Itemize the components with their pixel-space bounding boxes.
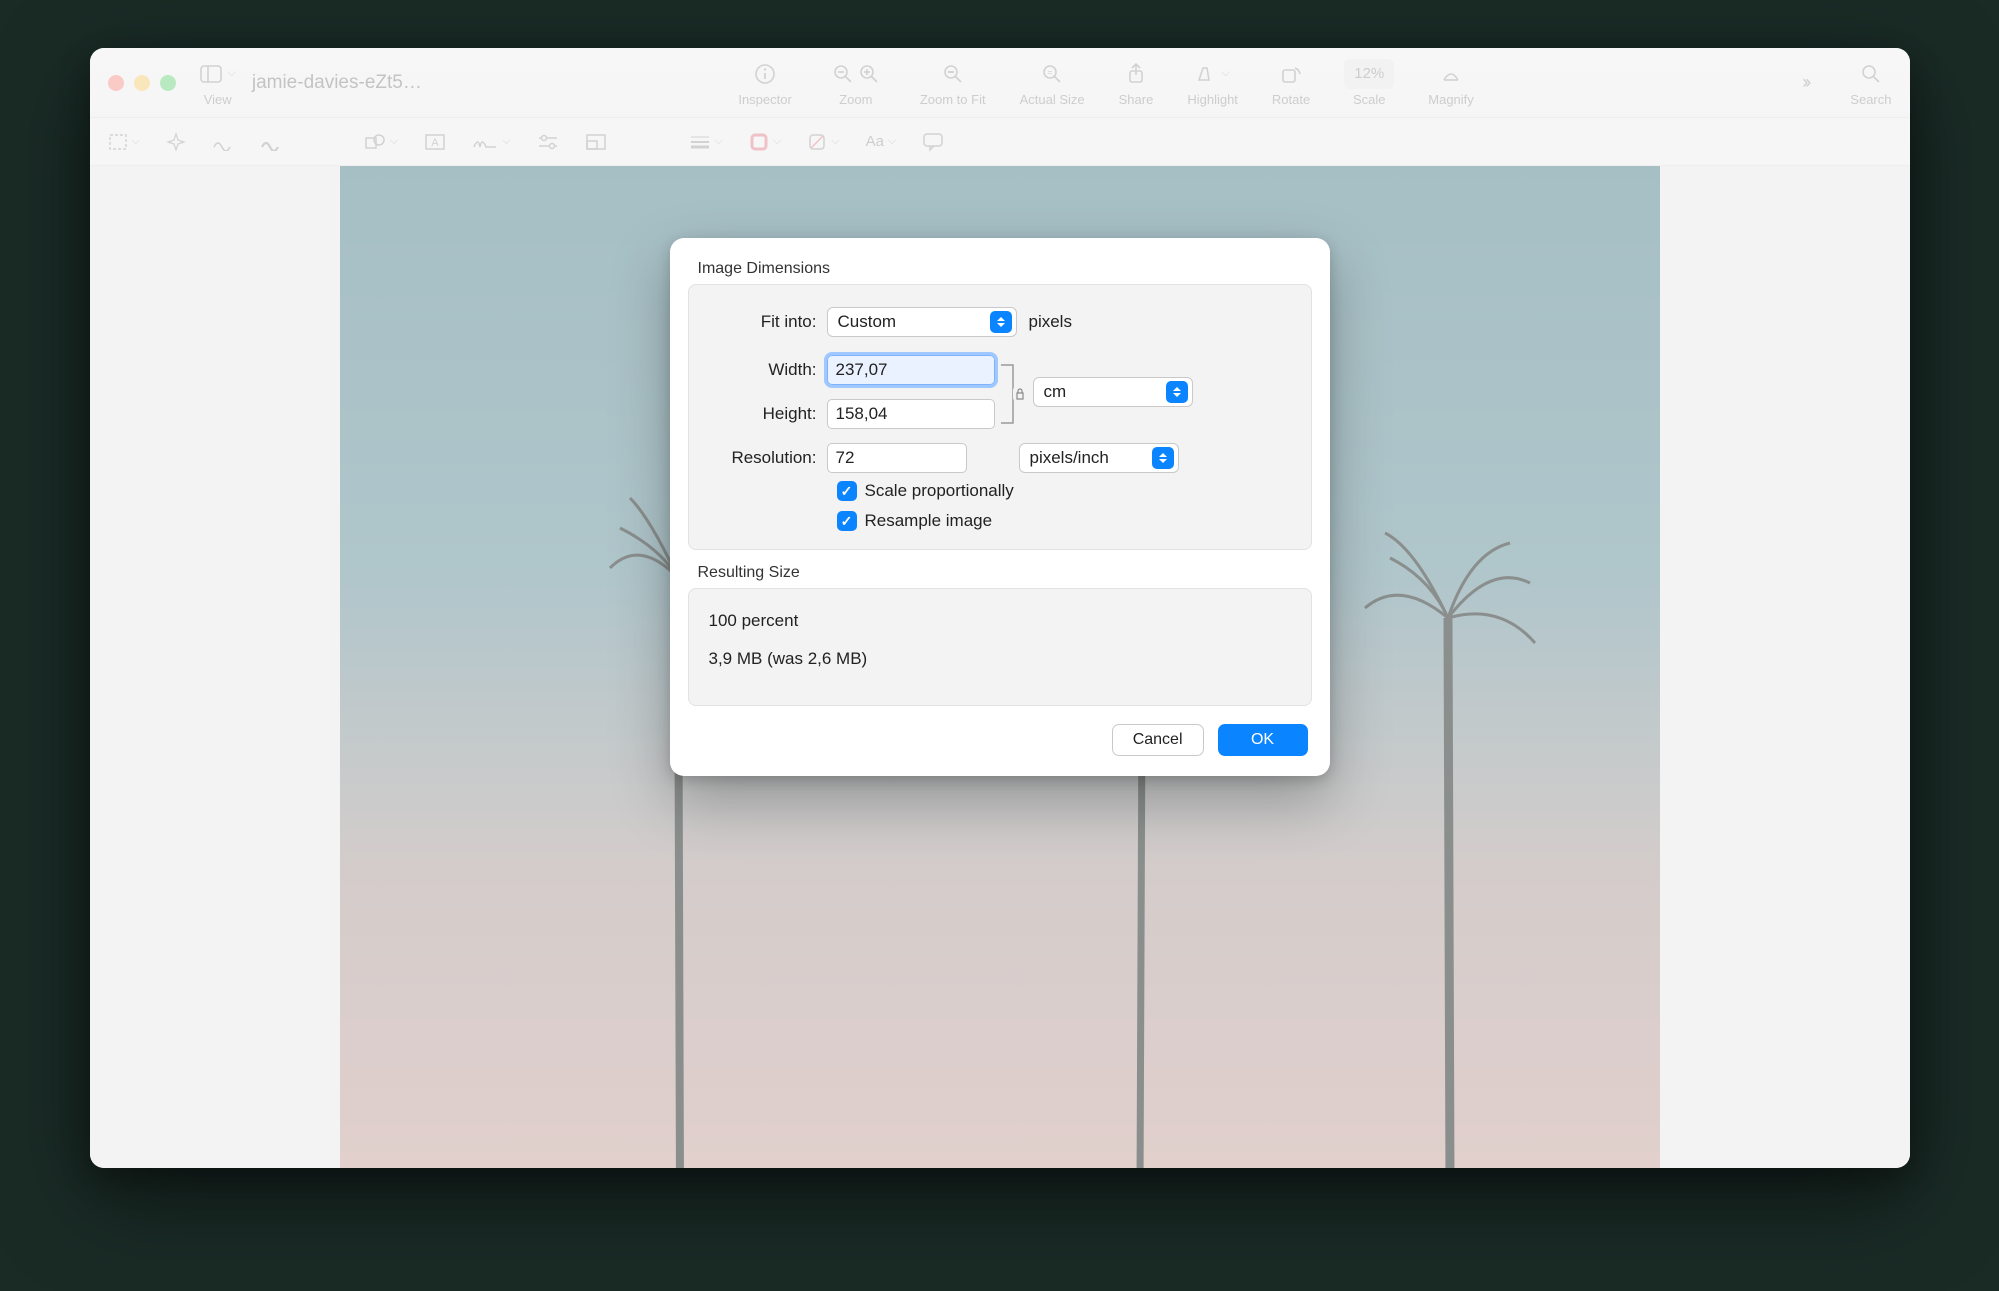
overflow-toolbar-button[interactable]: ›› <box>1790 68 1820 98</box>
sign-tool[interactable]: ⌵ <box>472 133 510 151</box>
sidebar-icon <box>200 65 222 83</box>
chevron-down-icon: ⌵ <box>228 67 236 80</box>
share-toolbar-item[interactable]: Share <box>1119 59 1154 107</box>
actual-size-toolbar-item[interactable]: = Actual Size <box>1020 59 1085 107</box>
pencil-line-icon <box>260 133 282 151</box>
markup-toolbar: ⌵ ⌵ A ⌵ ⌵ ⌵ ⌵ Aa⌵ <box>90 118 1910 166</box>
select-arrows-icon <box>1152 447 1174 469</box>
wh-unit-select[interactable]: cm <box>1033 377 1193 407</box>
fit-into-value: Custom <box>838 312 897 332</box>
zoom-in-icon <box>859 64 879 84</box>
text-tool[interactable]: A <box>424 132 446 152</box>
search-icon <box>1861 64 1881 84</box>
text-box-icon: A <box>424 132 446 152</box>
dimensions-panel: Fit into: Custom pixels Width: Height: <box>688 284 1312 550</box>
fullscreen-window-button[interactable] <box>160 75 176 91</box>
zoom-toolbar-item[interactable]: Zoom <box>826 59 886 107</box>
section-title-dimensions: Image Dimensions <box>670 260 1330 284</box>
adjust-size-tool[interactable] <box>585 133 607 151</box>
fit-into-label: Fit into: <box>707 312 827 332</box>
resample-image-checkbox[interactable]: ✓ <box>837 511 857 531</box>
palm-tree-graphic <box>1360 528 1540 1168</box>
resolution-unit-value: pixels/inch <box>1030 448 1109 468</box>
rotate-icon <box>1280 64 1302 84</box>
annotate-tool[interactable] <box>922 132 944 152</box>
font-icon: Aa <box>866 133 884 150</box>
resulting-filesize: 3,9 MB (was 2,6 MB) <box>709 649 1291 669</box>
scale-value: 12% <box>1354 65 1384 82</box>
cancel-button[interactable]: Cancel <box>1112 724 1204 756</box>
instant-alpha-tool[interactable] <box>166 132 186 152</box>
font-style-tool[interactable]: Aa⌵ <box>866 133 897 150</box>
share-icon <box>1126 63 1146 85</box>
zoom-fit-icon <box>943 64 963 84</box>
actual-size-icon: = <box>1042 64 1062 84</box>
preview-window: ⌵ View jamie-davies-eZt5… Inspector Zoom… <box>90 48 1910 1168</box>
selection-icon <box>108 133 128 151</box>
select-arrows-icon <box>1166 381 1188 403</box>
magnify-icon <box>1440 64 1462 84</box>
stroke-color-icon <box>749 132 769 152</box>
chevron-down-icon: ⌵ <box>1221 67 1229 80</box>
height-label: Height: <box>707 404 827 424</box>
magnify-toolbar-item[interactable]: Magnify <box>1428 59 1474 107</box>
scale-proportionally-label: Scale proportionally <box>865 481 1014 501</box>
sketch-tool[interactable] <box>212 133 234 151</box>
fill-color-tool[interactable]: ⌵ <box>807 132 839 152</box>
resolution-label: Resolution: <box>707 448 827 468</box>
highlighter-icon <box>1195 64 1215 84</box>
view-toolbar-item[interactable]: ⌵ View <box>200 59 236 107</box>
section-title-resulting: Resulting Size <box>670 564 1330 588</box>
scale-proportionally-checkbox[interactable]: ✓ <box>837 481 857 501</box>
svg-text:A: A <box>432 137 440 149</box>
width-label: Width: <box>707 360 827 380</box>
highlight-toolbar-item[interactable]: ⌵ Highlight <box>1187 59 1238 107</box>
search-toolbar-item[interactable]: Search <box>1850 59 1891 107</box>
ok-button[interactable]: OK <box>1218 724 1308 756</box>
resulting-percent: 100 percent <box>709 611 1291 631</box>
titlebar: ⌵ View jamie-davies-eZt5… Inspector Zoom… <box>90 48 1910 118</box>
link-bracket <box>995 355 1033 433</box>
chevron-double-right-icon: ›› <box>1802 72 1808 93</box>
stroke-color-tool[interactable]: ⌵ <box>749 132 781 152</box>
image-dimensions-dialog: Image Dimensions Fit into: Custom pixels… <box>670 238 1330 776</box>
close-window-button[interactable] <box>108 75 124 91</box>
fill-color-icon <box>807 132 827 152</box>
zoom-out-icon <box>833 64 853 84</box>
view-label: View <box>204 92 232 107</box>
height-input[interactable] <box>827 399 995 429</box>
line-weight-tool[interactable]: ⌵ <box>689 134 723 150</box>
resample-image-label: Resample image <box>865 511 993 531</box>
selection-tool[interactable]: ⌵ <box>108 133 140 151</box>
speech-bubble-icon <box>922 132 944 152</box>
resize-icon <box>585 133 607 151</box>
fit-into-unit: pixels <box>1029 312 1072 332</box>
lines-icon <box>689 134 711 150</box>
minimize-window-button[interactable] <box>134 75 150 91</box>
scale-toolbar-item[interactable]: 12% Scale <box>1344 59 1394 107</box>
sparkle-icon <box>166 132 186 152</box>
width-input[interactable] <box>827 355 995 385</box>
resolution-unit-select[interactable]: pixels/inch <box>1019 443 1179 473</box>
fit-into-select[interactable]: Custom <box>827 307 1017 337</box>
signature-icon <box>472 133 498 151</box>
adjust-color-tool[interactable] <box>537 133 559 151</box>
document-title: jamie-davies-eZt5… <box>252 72 422 94</box>
svg-text:=: = <box>1048 68 1053 77</box>
inspector-toolbar-item[interactable]: Inspector <box>738 59 791 107</box>
pencil-squiggle-icon <box>212 133 234 151</box>
resulting-size-panel: 100 percent 3,9 MB (was 2,6 MB) <box>688 588 1312 706</box>
window-controls <box>108 75 176 91</box>
shapes-icon <box>364 132 386 152</box>
zoom-to-fit-toolbar-item[interactable]: Zoom to Fit <box>920 59 986 107</box>
sliders-icon <box>537 133 559 151</box>
select-arrows-icon <box>990 311 1012 333</box>
rotate-toolbar-item[interactable]: Rotate <box>1272 59 1310 107</box>
draw-tool[interactable] <box>260 133 282 151</box>
info-icon <box>754 63 776 85</box>
resolution-input[interactable] <box>827 443 967 473</box>
shapes-tool[interactable]: ⌵ <box>364 132 398 152</box>
wh-unit-value: cm <box>1044 382 1067 402</box>
